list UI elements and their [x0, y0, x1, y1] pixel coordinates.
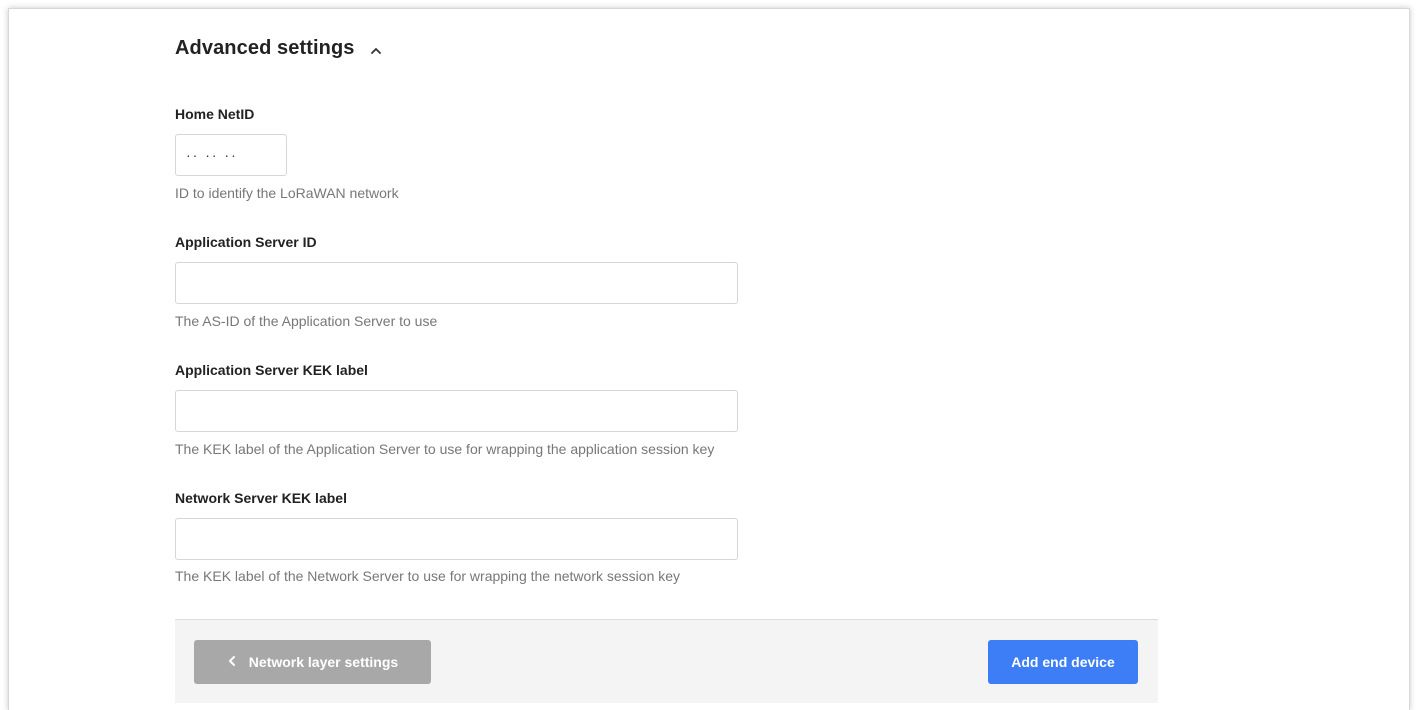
as-kek-input[interactable] [175, 390, 738, 432]
home-netid-input[interactable] [175, 134, 287, 176]
as-kek-label: Application Server KEK label [175, 362, 368, 378]
chevron-up-icon [369, 44, 383, 58]
section-title: Advanced settings [175, 37, 355, 59]
as-id-input[interactable] [175, 262, 738, 304]
as-id-description: The AS-ID of the Application Server to u… [175, 313, 438, 329]
back-button-label: Network layer settings [248, 654, 399, 670]
ns-kek-description: The KEK label of the Network Server to u… [175, 568, 681, 584]
form-footer: Network layer settings Add end device [175, 619, 1158, 703]
home-netid-description: ID to identify the LoRaWAN network [175, 185, 399, 201]
page-frame: Advanced settings Home NetID ID to ident… [8, 8, 1410, 710]
ns-kek-input[interactable] [175, 518, 738, 560]
home-netid-label: Home NetID [175, 106, 255, 122]
advanced-settings-toggle[interactable]: Advanced settings [175, 37, 383, 60]
chevron-left-icon [227, 655, 237, 669]
ns-kek-label: Network Server KEK label [175, 490, 347, 506]
as-kek-description: The KEK label of the Application Server … [175, 441, 715, 457]
as-id-label: Application Server ID [175, 234, 317, 250]
network-layer-settings-button[interactable]: Network layer settings [194, 640, 431, 684]
add-end-device-button[interactable]: Add end device [988, 640, 1138, 684]
